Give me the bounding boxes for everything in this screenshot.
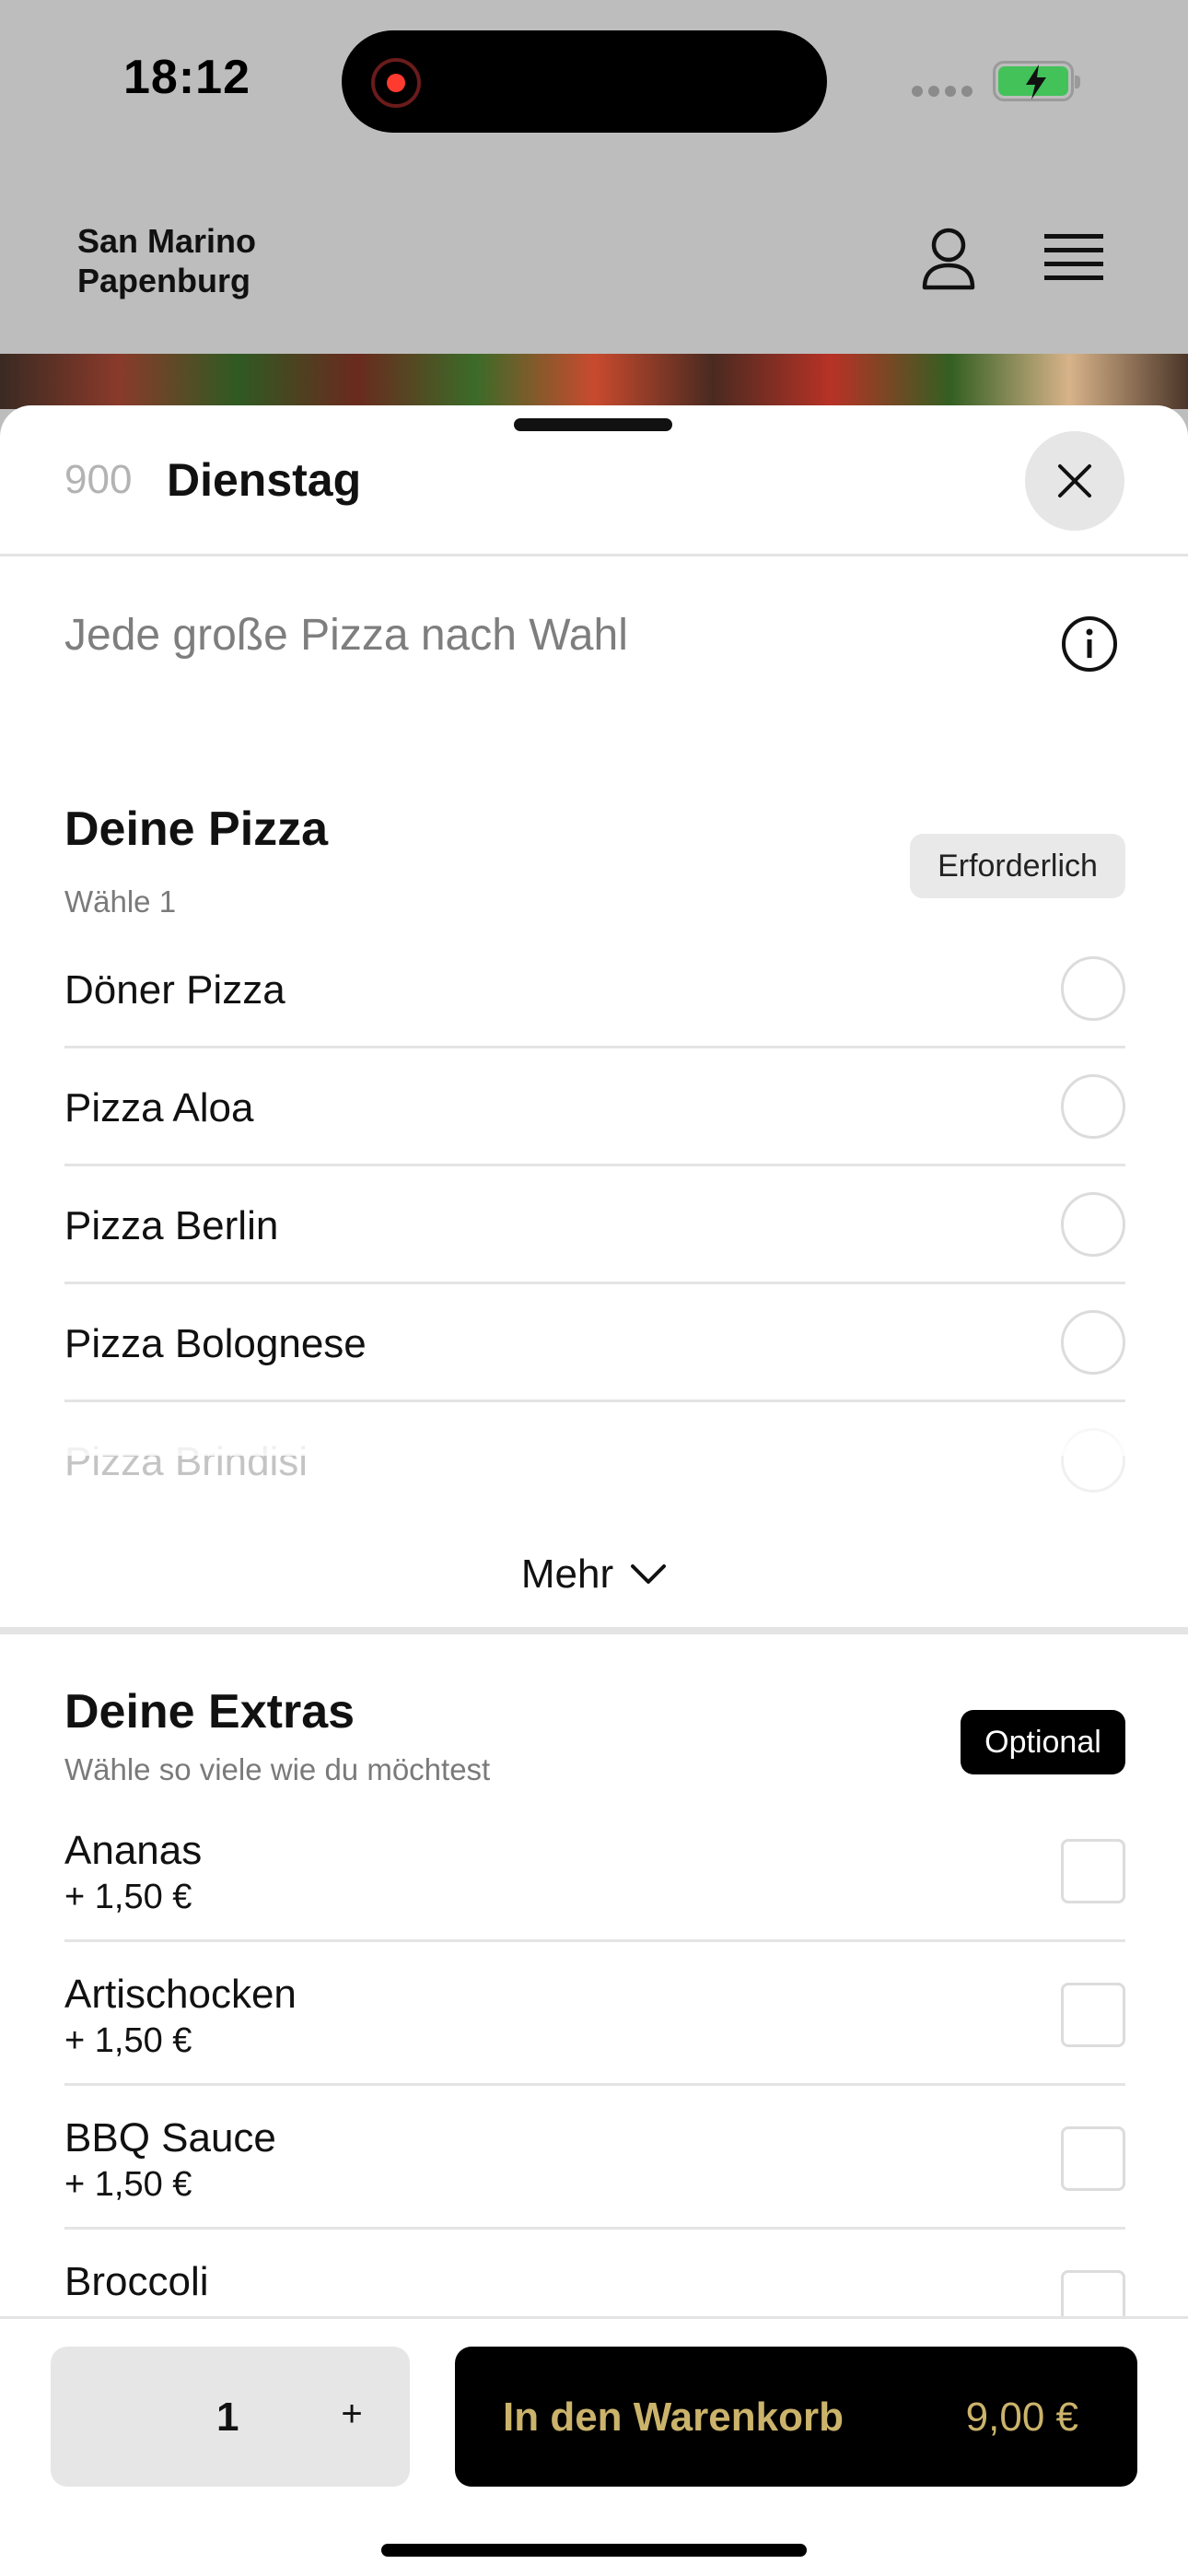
radio-button[interactable] <box>1061 1192 1125 1257</box>
status-bar: 18:12 <box>0 0 1188 175</box>
pizza-option[interactable]: Döner Pizza <box>64 931 1125 1048</box>
cellular-signal-icon <box>912 86 973 97</box>
close-icon <box>1058 464 1091 498</box>
extra-option-label: BBQ Sauce <box>64 2115 276 2160</box>
home-indicator[interactable] <box>381 2544 807 2557</box>
extras-section-subtitle: Wähle so viele wie du möchtest <box>64 1752 491 1786</box>
quantity-value: 1 <box>216 2395 239 2440</box>
cart-total-price: 9,00 € <box>965 2395 1078 2440</box>
pizza-section-subtitle: Wähle 1 <box>64 884 177 919</box>
dynamic-island <box>342 30 827 133</box>
add-to-cart-button[interactable]: In den Warenkorb 9,00 € <box>455 2347 1137 2487</box>
user-account-icon[interactable] <box>921 227 976 291</box>
pizza-option-label: Pizza Bolognese <box>64 1321 367 1366</box>
section-divider <box>0 1627 1188 1634</box>
battery-icon <box>993 61 1080 101</box>
pizza-option[interactable]: Pizza Aloa <box>64 1048 1125 1166</box>
optional-badge: Optional <box>961 1710 1125 1774</box>
pizza-option-label: Pizza Berlin <box>64 1203 279 1248</box>
quantity-plus-button[interactable]: + <box>329 2391 375 2437</box>
quantity-stepper: 1 + <box>51 2347 410 2487</box>
checkbox[interactable] <box>1061 1839 1125 1903</box>
product-description: Jede große Pizza nach Wahl <box>64 611 628 660</box>
extra-option-label: Ananas <box>64 1828 203 1873</box>
hero-pizza-image <box>0 354 1188 409</box>
extra-option-price: + 1,50 € <box>64 1878 192 1916</box>
radio-button[interactable] <box>1061 956 1125 1021</box>
pizza-option[interactable]: Pizza Bolognese <box>64 1284 1125 1402</box>
pizza-option-label: Döner Pizza <box>64 967 285 1013</box>
extra-option-label: Broccoli <box>64 2259 209 2304</box>
restaurant-name[interactable]: San Marino Papenburg <box>77 221 256 300</box>
extra-option[interactable]: Artischocken + 1,50 € <box>64 1942 1125 2086</box>
pizza-option[interactable]: Pizza Berlin <box>64 1166 1125 1284</box>
radio-button[interactable] <box>1061 1074 1125 1139</box>
pizza-option-label: Pizza Aloa <box>64 1085 254 1130</box>
page-title: Dienstag <box>167 454 362 506</box>
list-fade-overlay <box>0 1400 1188 1456</box>
extras-section-title: Deine Extras <box>64 1685 355 1739</box>
extra-option[interactable]: Ananas + 1,50 € <box>64 1798 1125 1942</box>
show-more-button[interactable]: Mehr <box>479 1542 709 1607</box>
product-sheet: 900 Dienstag Jede große Pizza nach Wahl … <box>0 405 1188 2576</box>
checkbox[interactable] <box>1061 2126 1125 2191</box>
extra-option-price: + 1,50 € <box>64 2021 192 2060</box>
close-button[interactable] <box>1025 431 1124 531</box>
sheet-grabber[interactable] <box>514 418 672 431</box>
app-header: San Marino Papenburg <box>0 175 1188 354</box>
add-to-cart-label: In den Warenkorb <box>503 2395 844 2440</box>
status-time: 18:12 <box>123 51 250 104</box>
charging-bolt-icon <box>1026 64 1046 100</box>
extra-option[interactable]: BBQ Sauce + 1,50 € <box>64 2086 1125 2230</box>
radio-button[interactable] <box>1061 1310 1125 1375</box>
extra-option-label: Artischocken <box>64 1972 297 2017</box>
checkbox[interactable] <box>1061 1983 1125 2047</box>
hamburger-menu-icon[interactable] <box>1044 230 1103 286</box>
extra-option-price: + 1,50 € <box>64 2165 192 2204</box>
recording-indicator-icon <box>371 58 421 108</box>
show-more-label: Mehr <box>520 1551 614 1597</box>
pizza-section-title: Deine Pizza <box>64 802 329 856</box>
bottom-action-bar: 1 + In den Warenkorb 9,00 € <box>0 2316 1188 2576</box>
info-icon[interactable] <box>1061 615 1118 673</box>
item-number: 900 <box>64 457 133 502</box>
chevron-down-icon <box>631 1564 667 1584</box>
required-badge: Erforderlich <box>910 834 1125 898</box>
